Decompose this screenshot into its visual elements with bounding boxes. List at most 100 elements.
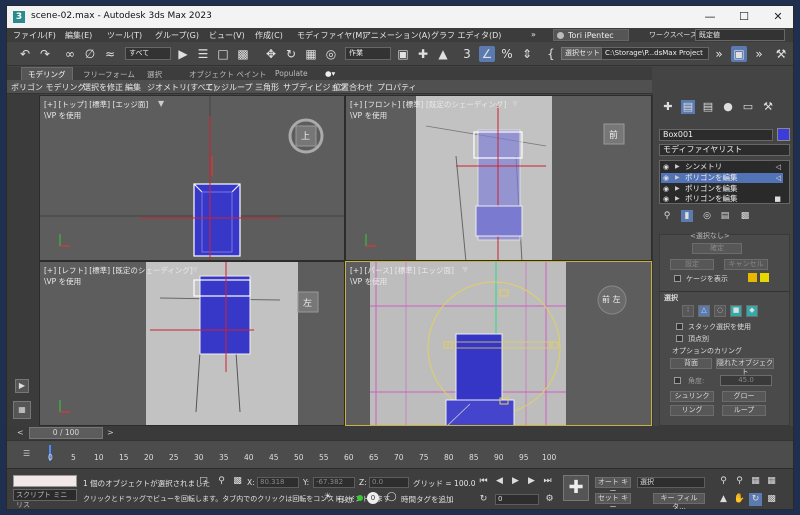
ribbon-modify-selection[interactable]: 選択を修正 [83, 82, 123, 93]
track-bar-toggle-icon[interactable]: ☰ [23, 449, 30, 458]
unlink-icon[interactable]: ∅ [82, 46, 98, 62]
play-icon[interactable]: ▶ [509, 475, 522, 488]
selection-rollout-header[interactable]: 選択 [664, 293, 678, 303]
viewcube-front[interactable]: 前 [609, 128, 618, 141]
y-coordinate-field[interactable]: -67.382 [313, 477, 355, 488]
rect-selection-icon[interactable]: □ [215, 46, 231, 62]
expand-icon[interactable]: ▶ [675, 194, 680, 204]
menu-modifiers[interactable]: モディファイヤ(M) [297, 30, 365, 41]
snap-3d-icon[interactable]: 3 [459, 46, 475, 62]
viewport-top-label[interactable]: [+] [トップ] [標準] [エッジ面] [44, 99, 148, 110]
realtime-icon[interactable]: 0 [367, 492, 379, 504]
maximize-viewport-icon[interactable]: ▩ [765, 493, 778, 506]
selection-lock-icon[interactable]: ⚲ [215, 475, 228, 488]
commit-button[interactable]: 確定 [692, 243, 742, 254]
place-icon[interactable]: ◎ [323, 46, 339, 62]
angle-field[interactable]: 45.0 [720, 375, 772, 386]
occluded-button[interactable]: 隠れたオブジェクト [716, 358, 774, 376]
bind-spacewarp-icon[interactable]: ≈ [102, 46, 118, 62]
key-set-dropdown[interactable]: 選択 [637, 477, 705, 488]
display-tab-icon[interactable]: ▭ [741, 100, 755, 114]
user-account[interactable]: Tori iPentec [553, 29, 629, 41]
configure-sets-icon[interactable]: ▩ [739, 210, 751, 222]
expand-icon[interactable]: ▶ [675, 173, 680, 183]
goto-end-icon[interactable]: ⏭ [541, 475, 554, 488]
play-scene-icon[interactable]: ▶ [15, 379, 29, 393]
time-tag-icon[interactable]: ◯ [385, 491, 398, 504]
menu-create[interactable]: 作成(C) [255, 30, 283, 41]
maxscript-listener-input[interactable] [13, 475, 77, 487]
viewport-layout-icon[interactable]: ▦ [13, 401, 31, 419]
expand-icon[interactable]: ▶ [675, 162, 680, 172]
named-selection-dropdown[interactable]: 作業 [345, 47, 391, 60]
settings-button[interactable]: 設定 [670, 259, 714, 270]
ring-button[interactable]: リング [670, 405, 714, 416]
stack-item-selected[interactable]: ◉ ▶ ポリゴンを編集 ◁ [661, 173, 783, 183]
scale-icon[interactable]: ▦ [303, 46, 319, 62]
viewport-top-filter-icon[interactable]: ▼ [158, 99, 164, 108]
undo-icon[interactable]: ↶ [17, 46, 33, 62]
track-bar[interactable]: ☰ 0 5 10 15 20 25 30 35 40 45 50 55 60 6… [7, 440, 793, 468]
close-button[interactable]: ✕ [763, 9, 793, 25]
zoom-all-icon[interactable]: ⚲ [733, 475, 746, 488]
menu-edit[interactable]: 編集(E) [65, 30, 92, 41]
shrink-button[interactable]: シュリンク [670, 391, 714, 402]
selection-set-button[interactable]: 選択セット [561, 47, 604, 60]
percent-snap-icon[interactable]: % [499, 46, 515, 62]
vertex-mode-icon[interactable]: ∶ [682, 305, 694, 317]
select-object-icon[interactable]: ▶ [175, 46, 191, 62]
element-mode-icon[interactable]: ◆ [746, 305, 758, 317]
orbit-icon[interactable]: ↻ [749, 493, 762, 506]
edge-mode-icon[interactable]: △ [698, 305, 710, 317]
add-time-tag[interactable]: 時間タグを追加 [401, 494, 454, 505]
z-coordinate-field[interactable]: 0.0 [369, 477, 409, 488]
pin-stack-icon[interactable]: ⚲ [661, 210, 673, 222]
goto-start-icon[interactable]: ⏮ [477, 475, 490, 488]
polygon-mode-icon[interactable]: ■ [730, 305, 742, 317]
viewcube-persp[interactable]: 前 左 [602, 294, 621, 305]
time-slider-thumb[interactable]: 0 / 100 [29, 427, 103, 439]
redo-icon[interactable]: ↷ [37, 46, 53, 62]
viewcube-top[interactable]: 上 [301, 129, 310, 142]
toolbar-more-icon[interactable]: » [711, 46, 727, 62]
key-mode-icon[interactable]: ↻ [477, 493, 490, 506]
viewport-perspective[interactable]: [+] [パース] [標準] [エッジ面] ▼ \VP を使用 前 左 [345, 261, 652, 426]
by-vertex-checkbox[interactable] [676, 335, 683, 342]
show-end-result-icon[interactable]: ▮ [681, 210, 693, 222]
zoom-extents-all-icon[interactable]: ▦ [765, 475, 778, 488]
hammer-icon[interactable]: ⚒ [773, 46, 789, 62]
x-coordinate-field[interactable]: 80.318 [257, 477, 299, 488]
tab-selection[interactable]: 選択 [147, 69, 162, 80]
edit-named-sel-icon[interactable]: { [543, 46, 559, 62]
set-key-button[interactable]: セット キー [595, 493, 631, 509]
enabled-indicator[interactable] [357, 495, 363, 501]
viewport-left-filter-icon[interactable]: ▼ [192, 265, 198, 274]
time-prev-icon[interactable]: < [17, 428, 24, 437]
stack-item[interactable]: ◉ ▶ シンメトリ ◁ [661, 162, 783, 172]
viewport-left-label[interactable]: [+] [レフト] [標準] [既定のシェーディング] [44, 265, 193, 276]
next-frame-icon[interactable]: ▶ [525, 475, 538, 488]
menu-animation[interactable]: アニメーション(A) [363, 30, 430, 41]
create-tab-icon[interactable]: ✚ [661, 100, 675, 114]
rotate-icon[interactable]: ↻ [283, 46, 299, 62]
menu-tools[interactable]: ツール(T) [107, 30, 142, 41]
spinner-snap-icon[interactable]: ⇕ [519, 46, 535, 62]
make-unique-icon[interactable]: ◎ [701, 210, 713, 222]
zoom-extents-icon[interactable]: ▦ [749, 475, 762, 488]
tab-modeling[interactable]: モデリング [21, 67, 73, 80]
ribbon-properties[interactable]: プロパティ [377, 82, 417, 93]
viewport-front-filter-icon[interactable]: ▼ [512, 99, 518, 108]
time-config-icon[interactable]: ⚙ [543, 493, 556, 506]
window-crossing-icon[interactable]: ▩ [235, 46, 251, 62]
viewcube-left[interactable]: 左 [303, 296, 312, 309]
menu-view[interactable]: ビュー(V) [209, 30, 245, 41]
current-frame-field[interactable]: 0 [495, 494, 539, 505]
cage-color-1[interactable] [748, 273, 757, 282]
fov-icon[interactable]: ▲ [717, 493, 730, 506]
modify-tab-icon[interactable]: ▤ [681, 100, 695, 114]
object-name-field[interactable]: Box001 [659, 129, 773, 141]
ribbon-edges[interactable]: エッジ [205, 82, 229, 93]
show-cage-checkbox[interactable] [674, 275, 681, 282]
time-slider-track[interactable]: < 0 / 100 > [7, 426, 793, 440]
viewport-persp-label[interactable]: [+] [パース] [標準] [エッジ面] [350, 265, 454, 276]
